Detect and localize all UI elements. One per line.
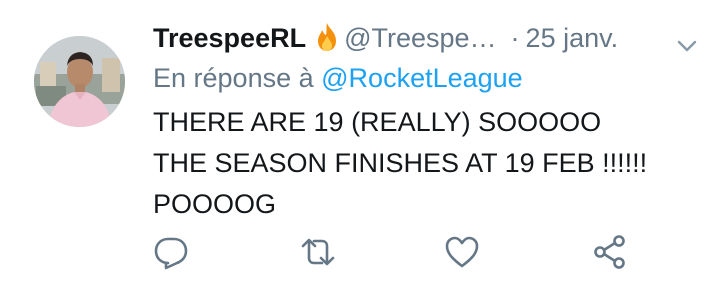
separator-dot: · bbox=[510, 23, 520, 53]
retweet-button[interactable] bbox=[300, 234, 340, 274]
reply-icon bbox=[154, 237, 188, 270]
tweet-text-line: THERE ARE 19 (REALLY) SOOOOO bbox=[153, 107, 602, 137]
user-handle[interactable]: @Treespe… bbox=[344, 23, 496, 53]
share-icon bbox=[594, 235, 625, 269]
tweet-header: TreespeeRL @Treespe… · 25 janv. bbox=[153, 18, 698, 58]
reply-prefix: En réponse à bbox=[153, 63, 314, 93]
avatar-photo bbox=[34, 36, 125, 127]
reply-mention-link[interactable]: @RocketLeague bbox=[321, 63, 523, 93]
tweet-text-line: THE SEASON FINISHES AT 19 FEB !!!!!! bbox=[153, 148, 648, 178]
reply-context: En réponse à @RocketLeague bbox=[153, 60, 523, 96]
heart-icon bbox=[445, 236, 479, 268]
tweet: TreespeeRL @Treespe… · 25 janv. En réponse… bbox=[0, 0, 720, 289]
tweet-text-line: POOOOG bbox=[153, 189, 277, 219]
reply-button[interactable] bbox=[153, 234, 193, 274]
tweet-actions bbox=[0, 234, 720, 280]
display-name[interactable]: TreespeeRL bbox=[153, 23, 306, 53]
fire-icon bbox=[314, 22, 340, 63]
chevron-down-icon[interactable] bbox=[676, 28, 698, 52]
like-button[interactable] bbox=[444, 234, 484, 274]
share-button[interactable] bbox=[592, 234, 632, 274]
tweet-text: THERE ARE 19 (REALLY) SOOOOO THE SEASON … bbox=[153, 102, 693, 225]
tweet-date[interactable]: 25 janv. bbox=[526, 23, 619, 53]
avatar[interactable] bbox=[34, 36, 125, 127]
retweet-icon bbox=[301, 238, 335, 266]
